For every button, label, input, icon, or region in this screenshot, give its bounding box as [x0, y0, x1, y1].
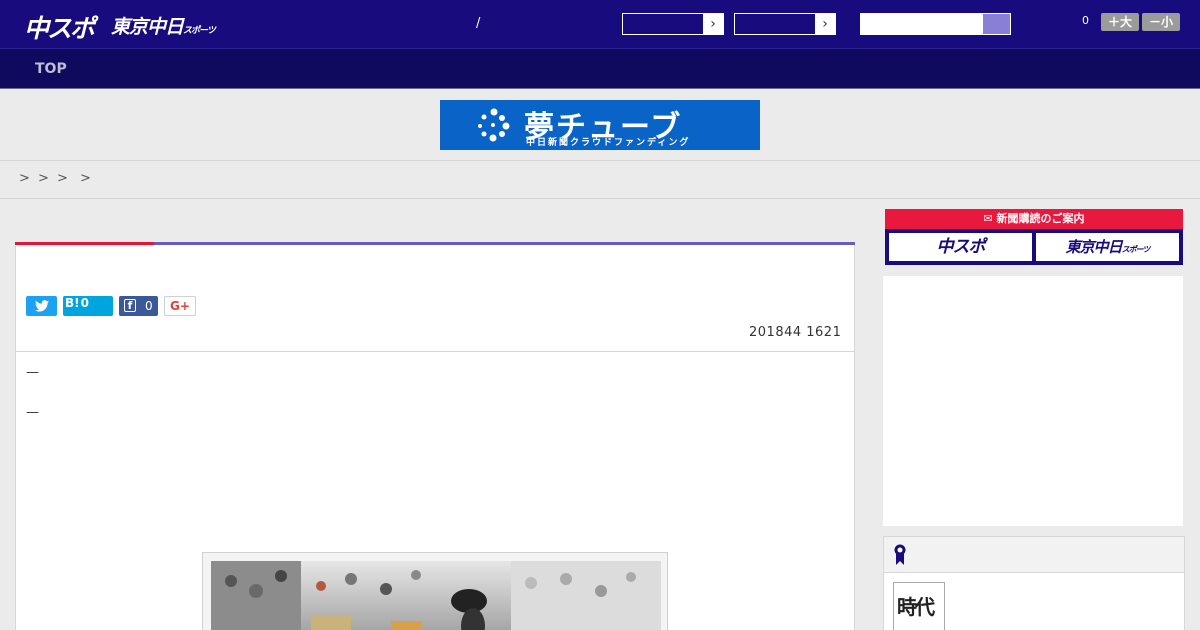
- chevron-right-icon: ›: [815, 14, 835, 34]
- subscription-header[interactable]: ✉ 新聞購読のご案内: [885, 209, 1183, 229]
- hatena-bookmark-button[interactable]: B!0: [63, 296, 113, 316]
- hatena-label: B!0: [65, 296, 89, 310]
- banner-subtitle: 中日新聞クラウドファンディング: [526, 138, 691, 148]
- sidebar-ranking-box: 時代: [883, 536, 1185, 630]
- article-accent-red: [15, 242, 154, 245]
- header-select-2[interactable]: ›: [734, 13, 836, 35]
- ranking-box-header: [884, 537, 1184, 573]
- facebook-share-button[interactable]: f 0: [119, 296, 158, 316]
- article-divider: [16, 351, 854, 352]
- sidebar-ad-slot: [883, 276, 1183, 526]
- breadcrumb-separator: >: [38, 171, 49, 186]
- article-paragraph: —: [26, 365, 39, 380]
- breadcrumb-separator: >: [19, 171, 30, 186]
- ranking-thumbnail[interactable]: 時代: [893, 582, 945, 630]
- header-separator: /: [476, 16, 481, 31]
- subscribe-tokyo-chunichi-button[interactable]: 東京中日スポーツ: [1036, 233, 1179, 261]
- paper-tokyo-sub: スポーツ: [1121, 245, 1151, 254]
- site-header: 中スポ 東京中日スポーツ / › › 0 ＋大 －小: [0, 0, 1200, 48]
- font-size-count: 0: [1082, 14, 1089, 27]
- tokyo-chunichi-logo[interactable]: 東京中日スポーツ: [111, 12, 216, 39]
- facebook-count: 0: [145, 299, 153, 313]
- font-smaller-button[interactable]: －小: [1142, 13, 1180, 31]
- search-input[interactable]: [860, 13, 982, 35]
- twitter-icon: [34, 300, 49, 312]
- google-plus-share-button[interactable]: G+: [164, 296, 196, 316]
- paper-tokyo-text: 東京中日: [1065, 238, 1123, 256]
- newspaper-subscription-box: ✉ 新聞購読のご案内 中スポ 東京中日スポーツ: [885, 209, 1183, 265]
- baseball-crowd-photo: [211, 561, 661, 630]
- ad-banner-area: 夢チューブ 中日新聞クラウドファンディング: [0, 90, 1200, 161]
- tokyo-logo-sub: スポーツ: [183, 26, 216, 36]
- newspaper-icon: ✉: [983, 212, 993, 225]
- article-paragraph: —: [26, 405, 39, 420]
- thumbnail-calligraphy: 時代: [897, 595, 935, 619]
- dots-logo-icon: [478, 108, 510, 142]
- breadcrumb: > > > >: [0, 161, 1200, 199]
- chevron-right-icon: ›: [703, 14, 723, 34]
- breadcrumb-separator: >: [57, 171, 68, 186]
- subscribe-chuspo-button[interactable]: 中スポ: [889, 233, 1032, 261]
- chuspo-logo[interactable]: 中スポ: [24, 9, 95, 45]
- facebook-icon: f: [124, 299, 136, 312]
- tokyo-logo-text: 東京中日: [111, 16, 184, 38]
- search-button[interactable]: [982, 13, 1011, 35]
- article-date: 201844 1621: [749, 325, 842, 340]
- main-nav: TOP: [0, 48, 1200, 89]
- article-photo-frame: [202, 552, 668, 630]
- font-larger-button[interactable]: ＋大: [1101, 13, 1139, 31]
- header-select-1[interactable]: ›: [622, 13, 724, 35]
- nav-item-top[interactable]: TOP: [35, 61, 67, 77]
- breadcrumb-separator: >: [80, 171, 91, 186]
- subscription-header-label: 新聞購読のご案内: [996, 212, 1085, 225]
- article-accent-purple: [154, 242, 855, 245]
- ribbon-badge-icon: [894, 544, 906, 565]
- yume-tube-banner[interactable]: 夢チューブ 中日新聞クラウドファンディング: [440, 100, 760, 150]
- article-photo[interactable]: [211, 561, 661, 630]
- twitter-share-button[interactable]: [26, 296, 57, 316]
